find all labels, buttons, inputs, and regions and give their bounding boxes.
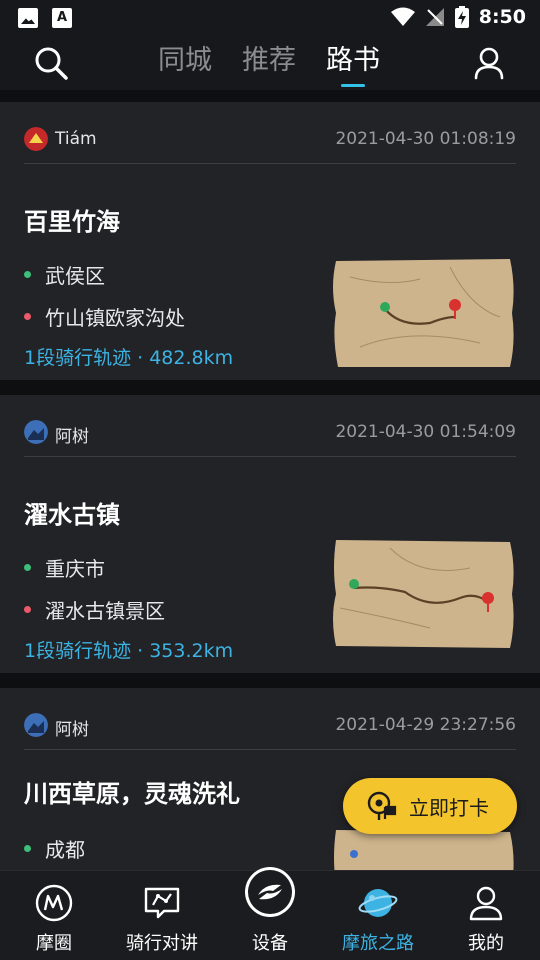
font-notification-icon: A <box>52 8 72 28</box>
battery-charging-icon <box>454 6 469 28</box>
nav-device[interactable]: 设备 <box>216 867 324 960</box>
planet-icon <box>358 889 398 917</box>
route-map-thumbnail[interactable] <box>330 828 516 870</box>
avatar[interactable] <box>24 127 48 151</box>
check-in-button[interactable]: 立即打卡 <box>343 778 517 834</box>
profile-icon <box>469 886 503 921</box>
avatar[interactable] <box>24 713 48 737</box>
device-icon <box>245 867 295 917</box>
card-header: 阿树 2021-04-29 23:27:56 <box>24 702 516 750</box>
nav-intercom[interactable]: 骑行对讲 <box>108 871 216 960</box>
roadbook-title: 百里竹海 <box>24 208 120 236</box>
post-timestamp: 2021-04-30 01:08:19 <box>335 129 516 149</box>
nav-travel-road[interactable]: 摩旅之路 <box>324 871 432 960</box>
feed-tabs: 同城 推荐 路书 <box>158 42 380 84</box>
check-in-label: 立即打卡 <box>409 795 489 820</box>
start-location: 成都 <box>24 834 85 863</box>
m-circle-icon <box>35 884 73 922</box>
card-header: 阿树 2021-04-30 01:54:09 <box>24 409 516 457</box>
author-name[interactable]: Tiám <box>55 129 97 149</box>
wifi-icon <box>390 7 415 26</box>
roadbook-title: 川西草原，灵魂洗礼 <box>24 780 240 808</box>
end-dot-icon <box>24 313 31 320</box>
bottom-navigation: 摩圈 骑行对讲 设备 摩旅之路 我的 <box>0 867 540 960</box>
nav-profile[interactable]: 我的 <box>432 871 540 960</box>
route-map-thumbnail[interactable] <box>330 257 516 369</box>
roadbook-card[interactable]: 阿树 2021-04-30 01:54:09 濯水古镇 重庆市 濯水古镇景区 1… <box>0 395 540 673</box>
tab-roadbook[interactable]: 路书 <box>326 42 380 84</box>
tab-local[interactable]: 同城 <box>158 42 212 84</box>
top-navigation: 同城 推荐 路书 <box>0 36 540 90</box>
start-dot-icon <box>24 564 31 571</box>
end-location: 竹山镇欧家沟处 <box>24 302 185 331</box>
card-header: Tiám 2021-04-30 01:08:19 <box>24 116 516 164</box>
author-name[interactable]: 阿树 <box>55 422 89 447</box>
no-signal-icon <box>425 8 444 26</box>
search-icon <box>35 47 68 80</box>
start-dot-icon <box>24 845 31 852</box>
track-summary: 1段骑行轨迹 · 353.2km <box>24 640 234 662</box>
roadbook-feed[interactable]: Tiám 2021-04-30 01:08:19 百里竹海 武侯区 竹山镇欧家沟… <box>0 90 540 870</box>
tab-recommended[interactable]: 推荐 <box>242 42 296 84</box>
start-dot-icon <box>24 271 31 278</box>
route-map-thumbnail[interactable] <box>330 538 516 650</box>
clock: 8:50 <box>478 6 526 28</box>
track-summary: 1段骑行轨迹 · 482.8km <box>24 347 234 369</box>
status-bar: A 8:50 <box>0 0 540 36</box>
end-location: 濯水古镇景区 <box>24 595 165 624</box>
search-button[interactable] <box>30 42 72 84</box>
user-icon <box>474 47 504 80</box>
start-location: 重庆市 <box>24 553 105 582</box>
avatar[interactable] <box>24 420 48 444</box>
gallery-notification-icon <box>18 8 38 28</box>
nav-moquan[interactable]: 摩圈 <box>0 871 108 960</box>
start-location: 武侯区 <box>24 260 105 289</box>
account-button[interactable] <box>468 42 510 84</box>
roadbook-card[interactable]: Tiám 2021-04-30 01:08:19 百里竹海 武侯区 竹山镇欧家沟… <box>0 102 540 380</box>
post-timestamp: 2021-04-29 23:27:56 <box>335 715 516 735</box>
post-timestamp: 2021-04-30 01:54:09 <box>335 422 516 442</box>
end-dot-icon <box>24 606 31 613</box>
author-name[interactable]: 阿树 <box>55 715 89 740</box>
location-flag-icon <box>367 791 397 820</box>
intercom-icon <box>144 887 180 919</box>
roadbook-title: 濯水古镇 <box>24 501 120 529</box>
